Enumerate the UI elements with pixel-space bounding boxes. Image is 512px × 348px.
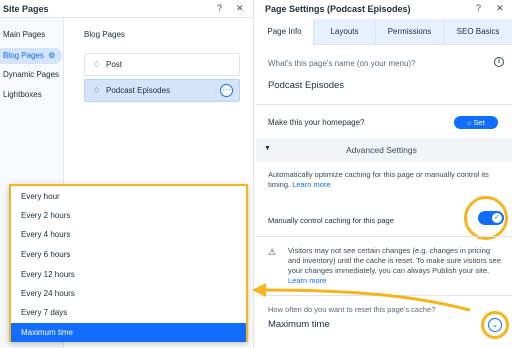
cache-warning-text: Visitors may not see certain changes (e.… bbox=[288, 246, 501, 275]
tab-permissions[interactable]: Permissions bbox=[376, 19, 444, 45]
cache-warning: Visitors may not see certain changes (e.… bbox=[288, 246, 504, 286]
manual-caching-toggle[interactable]: ✓ bbox=[478, 211, 504, 225]
page-item-label: Podcast Episodes bbox=[106, 86, 171, 95]
page-icon: ♢ bbox=[93, 86, 101, 95]
tab-seo-basics[interactable]: SEO Basics bbox=[444, 19, 512, 45]
help-icon[interactable]: ? bbox=[217, 3, 222, 13]
caching-description: Automatically optimize caching for this … bbox=[268, 170, 498, 190]
cache-reset-dropdown-value[interactable]: Maximum time bbox=[268, 319, 330, 330]
gear-icon[interactable]: ⚙ bbox=[48, 51, 55, 60]
nav-item-label: Lightboxes bbox=[3, 90, 42, 99]
page-settings-header: Page Settings (Podcast Episodes) ? ✕ bbox=[256, 0, 512, 18]
nav-item-main-pages[interactable]: Main Pages bbox=[3, 30, 45, 39]
learn-more-link[interactable]: Learn more bbox=[288, 276, 326, 285]
info-icon[interactable]: i bbox=[494, 57, 504, 67]
dropdown-option[interactable]: Every 24 hours bbox=[11, 284, 246, 303]
divider bbox=[256, 236, 512, 237]
advanced-settings-label: Advanced Settings bbox=[346, 145, 417, 155]
section-title: Blog Pages bbox=[84, 30, 125, 39]
divider bbox=[256, 104, 512, 105]
page-name-label: What's this page's name (on your menu)? bbox=[268, 59, 416, 68]
caret-down-icon: ▼ bbox=[264, 145, 271, 152]
set-homepage-button[interactable]: ⌂ Set bbox=[454, 116, 498, 129]
check-icon: ✓ bbox=[492, 213, 502, 223]
dropdown-option[interactable]: Every 6 hours bbox=[11, 245, 246, 264]
page-name-input[interactable]: Podcast Episodes bbox=[268, 80, 344, 91]
nav-item-lightboxes[interactable]: Lightboxes bbox=[3, 90, 42, 99]
nav-item-dynamic-pages[interactable]: Dynamic Pages bbox=[3, 70, 59, 79]
close-icon[interactable]: ✕ bbox=[496, 3, 504, 13]
page-icon: ♢ bbox=[93, 60, 101, 69]
dropdown-option[interactable]: Every 2 hours bbox=[11, 206, 246, 225]
page-settings-title: Page Settings (Podcast Episodes) bbox=[265, 4, 411, 14]
tab-page-info[interactable]: Page Info bbox=[256, 19, 314, 46]
home-icon: ⌂ bbox=[467, 120, 472, 127]
site-pages-title: Site Pages bbox=[3, 4, 49, 14]
nav-item-label: Blog Pages bbox=[3, 51, 44, 60]
cache-reset-label: How often do you want to reset this page… bbox=[268, 305, 436, 314]
advanced-settings-toggle[interactable]: ▼ Advanced Settings bbox=[256, 138, 512, 162]
cache-reset-options: Every hour Every 2 hours Every 4 hours E… bbox=[9, 184, 248, 342]
divider bbox=[256, 295, 512, 296]
chevron-down-icon[interactable]: ⌄ bbox=[488, 318, 502, 332]
dropdown-option[interactable]: Every hour bbox=[11, 187, 246, 206]
learn-more-link[interactable]: Learn more bbox=[292, 180, 330, 189]
homepage-label: Make this your homepage? bbox=[268, 118, 365, 127]
more-actions-icon[interactable]: ··· bbox=[220, 84, 233, 97]
page-item-label: Post bbox=[106, 60, 123, 69]
nav-item-label: Dynamic Pages bbox=[3, 70, 60, 79]
dropdown-option[interactable]: Every 7 days bbox=[11, 303, 246, 322]
page-settings-panel: Page Settings (Podcast Episodes) ? ✕ Pag… bbox=[256, 0, 512, 348]
page-item-podcast-episodes[interactable]: ♢ Podcast Episodes ··· bbox=[84, 79, 240, 102]
dropdown-option[interactable]: Every 12 hours bbox=[11, 265, 246, 284]
dropdown-option-selected[interactable]: Maximum time bbox=[11, 323, 246, 342]
manual-caching-label: Manually control caching for this page bbox=[268, 216, 394, 225]
nav-item-label: Main Pages bbox=[3, 30, 46, 39]
page-item-post[interactable]: ♢ Post bbox=[84, 53, 240, 76]
site-pages-header: Site Pages ? ✕ bbox=[0, 0, 254, 18]
set-button-label: Set bbox=[473, 118, 485, 127]
nav-item-blog-pages[interactable]: Blog Pages ⚙ bbox=[0, 48, 62, 64]
close-icon[interactable]: ✕ bbox=[236, 3, 244, 13]
tab-layouts[interactable]: Layouts bbox=[314, 19, 376, 45]
help-icon[interactable]: ? bbox=[476, 3, 481, 13]
settings-tabs: Page Info Layouts Permissions SEO Basics bbox=[256, 19, 512, 46]
warning-icon: ⚠ bbox=[268, 247, 277, 257]
dropdown-option[interactable]: Every 4 hours bbox=[11, 225, 246, 244]
